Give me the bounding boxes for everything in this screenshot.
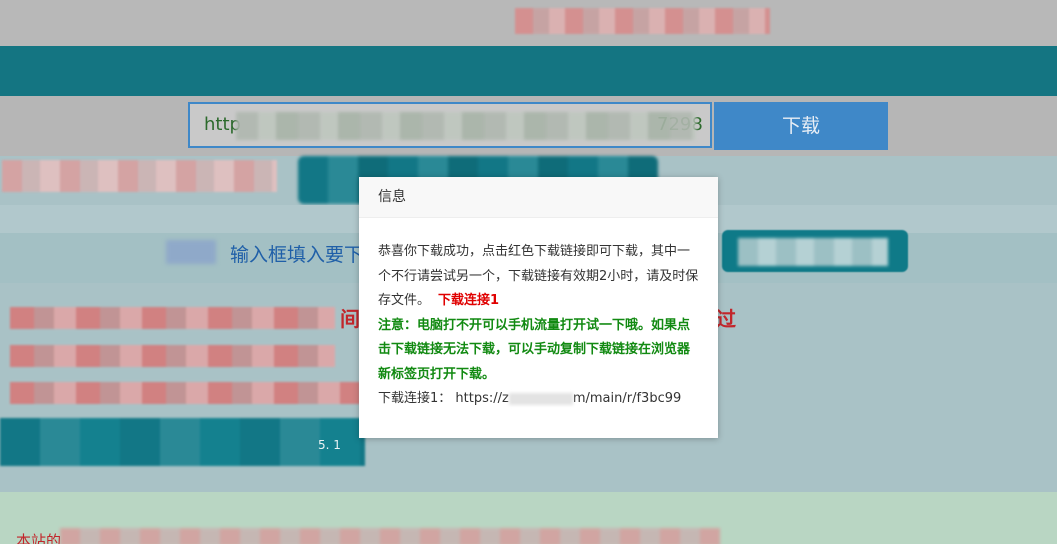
dialog-message: 恭喜你下载成功，点击红色下载链接即可下载，其中一个不行请尝试另一个，下载链接有效… [378, 244, 699, 308]
link-line-prefix: 下载连接1： [378, 391, 452, 406]
footer-redaction [60, 528, 720, 544]
blurred-teal-button[interactable] [0, 418, 365, 466]
blurred-red-line [10, 345, 335, 367]
dialog-body: 恭喜你下载成功，点击红色下载链接即可下载，其中一个不行请尝试另一个，下载链接有效… [359, 218, 718, 412]
url-redaction [236, 112, 696, 140]
nav-band [0, 46, 1057, 96]
blurred-site-title [515, 8, 770, 34]
teal-button-label: 5. 1 [318, 438, 341, 452]
red-side-text: 过 [716, 307, 736, 331]
dialog-title: 信息 [359, 177, 718, 218]
dialog-message-paragraph: 恭喜你下载成功，点击红色下载链接即可下载，其中一个不行请尝试另一个，下载链接有效… [378, 240, 699, 314]
download-link-line: 下载连接1： https://z m/main/r/f3bc99 [378, 387, 699, 412]
url-redaction [508, 392, 573, 405]
blurred-red-line [10, 307, 335, 329]
blurred-text-row [2, 160, 277, 192]
footer-text: 本站的 [16, 532, 62, 544]
red-side-char: 间 [340, 307, 360, 331]
dialog-note: 注意：电脑打不开可以手机流量打开试一下哦。如果点击下载链接无法下载，可以手动复制… [378, 317, 691, 382]
download-link-1[interactable]: 下载连接1 [438, 293, 499, 308]
blurred-red-line [10, 382, 360, 404]
download-button[interactable]: 下载 [714, 102, 888, 150]
teal-chip-redaction [738, 238, 888, 266]
info-dialog: 信息 恭喜你下载成功，点击红色下载链接即可下载，其中一个不行请尝试另一个，下载链… [359, 177, 718, 438]
hint-text: 输入框填入要下 [230, 244, 364, 266]
hint-icon-redaction [166, 240, 216, 264]
link-url-end[interactable]: m/main/r/f3bc99 [573, 391, 681, 406]
link-url-start[interactable]: https://z [455, 391, 508, 406]
